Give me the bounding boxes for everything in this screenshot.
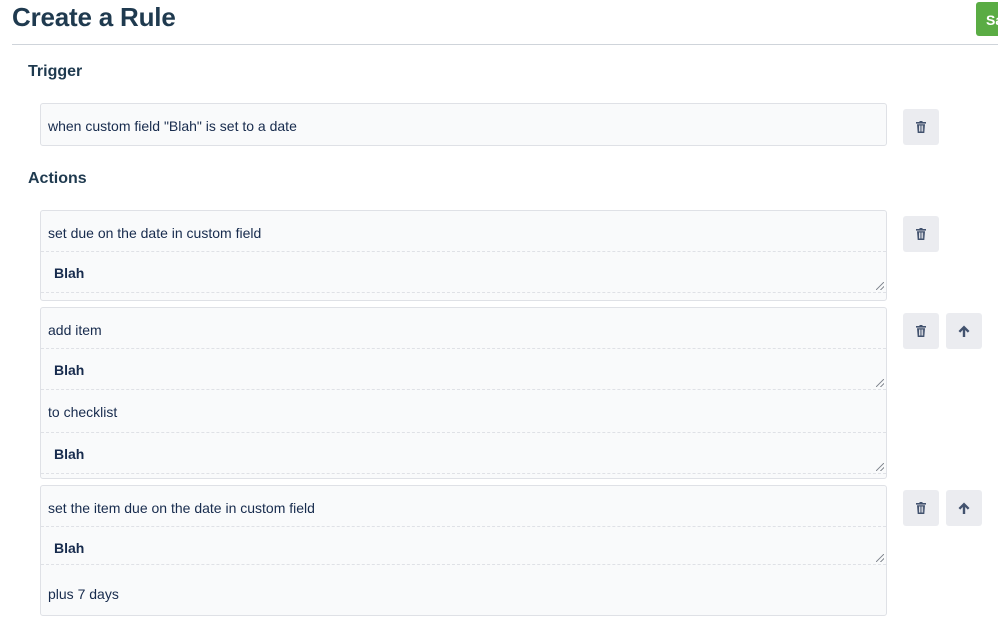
action-3-field-value: Blah (54, 540, 85, 556)
arrow-up-icon (958, 325, 970, 337)
action-2-item-value: Blah (54, 362, 85, 378)
action-2-text: add item (41, 308, 886, 349)
trash-icon (916, 502, 926, 514)
action-2-checklist-value: Blah (54, 446, 85, 462)
resize-handle[interactable] (876, 379, 884, 387)
action-3-text: set the item due on the date in custom f… (41, 486, 886, 527)
resize-handle[interactable] (876, 554, 884, 562)
action-2-delete-button[interactable] (903, 313, 939, 349)
trigger-delete-button[interactable] (903, 109, 939, 145)
action-1-field-value: Blah (54, 265, 85, 281)
resize-handle[interactable] (876, 282, 884, 290)
trash-icon (916, 325, 926, 337)
action-1-delete-button[interactable] (903, 216, 939, 252)
action-2-item-input[interactable]: Blah (41, 349, 886, 390)
action-2-checklist-input[interactable]: Blah (41, 433, 886, 474)
actions-heading: Actions (28, 170, 87, 187)
action-2-box[interactable]: add item Blah to checklist Blah (40, 307, 887, 479)
action-1-box[interactable]: set due on the date in custom field Blah (40, 210, 887, 301)
action-1-field-input[interactable]: Blah (41, 252, 886, 293)
action-3-delete-button[interactable] (903, 490, 939, 526)
action-2-move-up-button[interactable] (946, 313, 982, 349)
resize-handle[interactable] (876, 463, 884, 471)
page-title: Create a Rule (12, 2, 176, 32)
action-1-text: set due on the date in custom field (41, 211, 886, 252)
trigger-heading: Trigger (28, 63, 83, 80)
action-3-text2: plus 7 days (48, 586, 119, 602)
save-button[interactable]: Sa (976, 2, 998, 36)
trash-icon (916, 228, 926, 240)
action-2-text2: to checklist (41, 390, 886, 433)
arrow-up-icon (958, 502, 970, 514)
trigger-box[interactable]: when custom field "Blah" is set to a dat… (40, 103, 887, 146)
trash-icon (916, 121, 926, 133)
action-3-move-up-button[interactable] (946, 490, 982, 526)
header-divider (12, 44, 998, 45)
trigger-text: when custom field "Blah" is set to a dat… (48, 118, 297, 134)
action-3-box[interactable]: set the item due on the date in custom f… (40, 485, 887, 616)
action-3-field-input[interactable]: Blah (41, 527, 886, 565)
